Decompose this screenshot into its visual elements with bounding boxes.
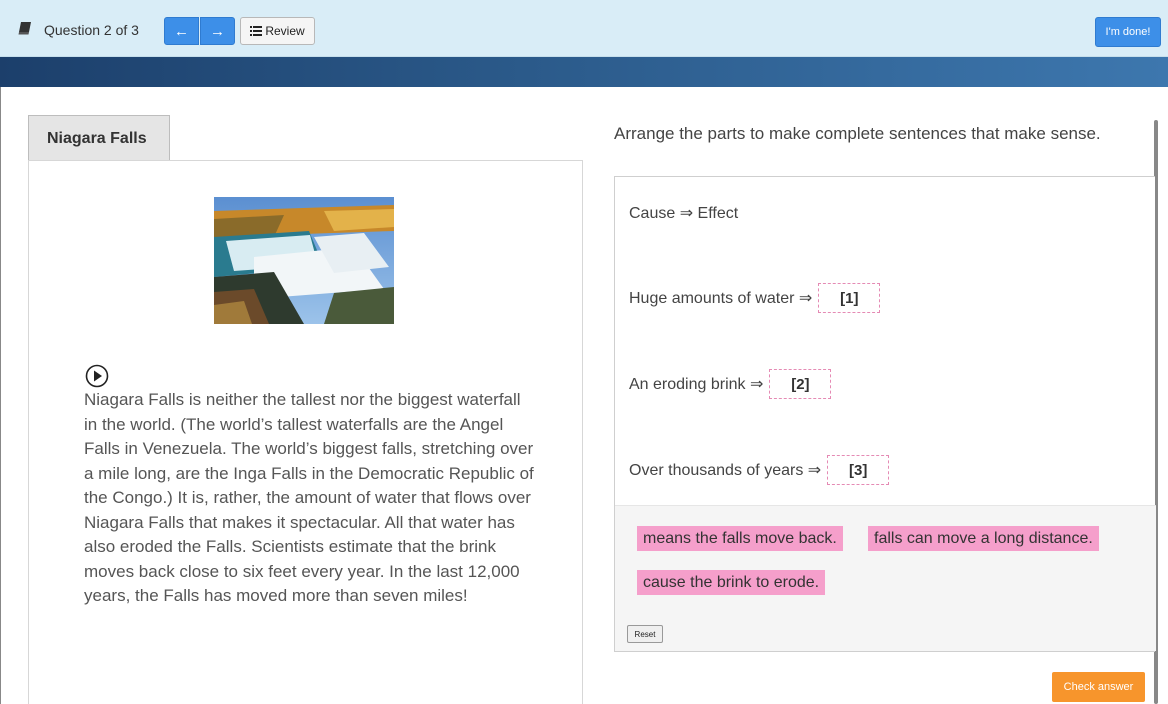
cause-text: Over thousands of years ⇒: [629, 462, 822, 479]
draggable-option[interactable]: means the falls move back.: [637, 526, 843, 551]
review-button[interactable]: Review: [240, 17, 315, 45]
list-icon: [250, 26, 263, 36]
answer-bank: means the falls move back. falls can mov…: [615, 505, 1156, 651]
passage-panel: Niagara Falls is neither the tallest nor…: [28, 160, 583, 704]
passage-tab[interactable]: Niagara Falls: [28, 115, 170, 161]
arrow-left-icon: ←: [174, 22, 189, 40]
question-counter: Question 2 of 3: [44, 22, 139, 38]
sentence-row-3: Over thousands of years ⇒ [3]: [629, 455, 890, 485]
check-answer-button[interactable]: Check answer: [1052, 672, 1145, 702]
sentence-row-2: An eroding brink ⇒ [2]: [629, 369, 832, 399]
cause-text: An eroding brink ⇒: [629, 376, 764, 393]
draggable-option[interactable]: falls can move a long distance.: [868, 526, 1099, 551]
book-icon: [18, 22, 31, 35]
question-panel: Cause ⇒ Effect Huge amounts of water ⇒ […: [614, 176, 1156, 652]
drop-slot-2[interactable]: [2]: [769, 369, 832, 399]
arrow-right-icon: →: [210, 22, 225, 40]
sentence-row-1: Huge amounts of water ⇒ [1]: [629, 283, 881, 313]
drop-slot-3[interactable]: [3]: [827, 455, 890, 485]
left-border: [0, 87, 1, 704]
done-button[interactable]: I'm done!: [1095, 17, 1161, 47]
cause-text: Huge amounts of water ⇒: [629, 290, 813, 307]
review-label: Review: [265, 24, 305, 38]
next-question-button[interactable]: →: [200, 17, 235, 45]
passage-text: Niagara Falls is neither the tallest nor…: [84, 390, 534, 605]
draggable-option[interactable]: cause the brink to erode.: [637, 570, 826, 595]
drop-slot-1[interactable]: [1]: [818, 283, 881, 313]
header-stripe: [0, 57, 1168, 87]
reset-button[interactable]: Reset: [627, 625, 663, 643]
cause-effect-header: Cause ⇒ Effect: [629, 205, 739, 222]
previous-question-button[interactable]: ←: [164, 17, 199, 45]
play-audio-icon[interactable]: [85, 364, 109, 388]
niagara-falls-image: [214, 197, 394, 324]
top-toolbar: Question 2 of 3 ← → Review I'm done!: [0, 0, 1168, 57]
question-prompt: Arrange the parts to make complete sente…: [614, 124, 1101, 143]
